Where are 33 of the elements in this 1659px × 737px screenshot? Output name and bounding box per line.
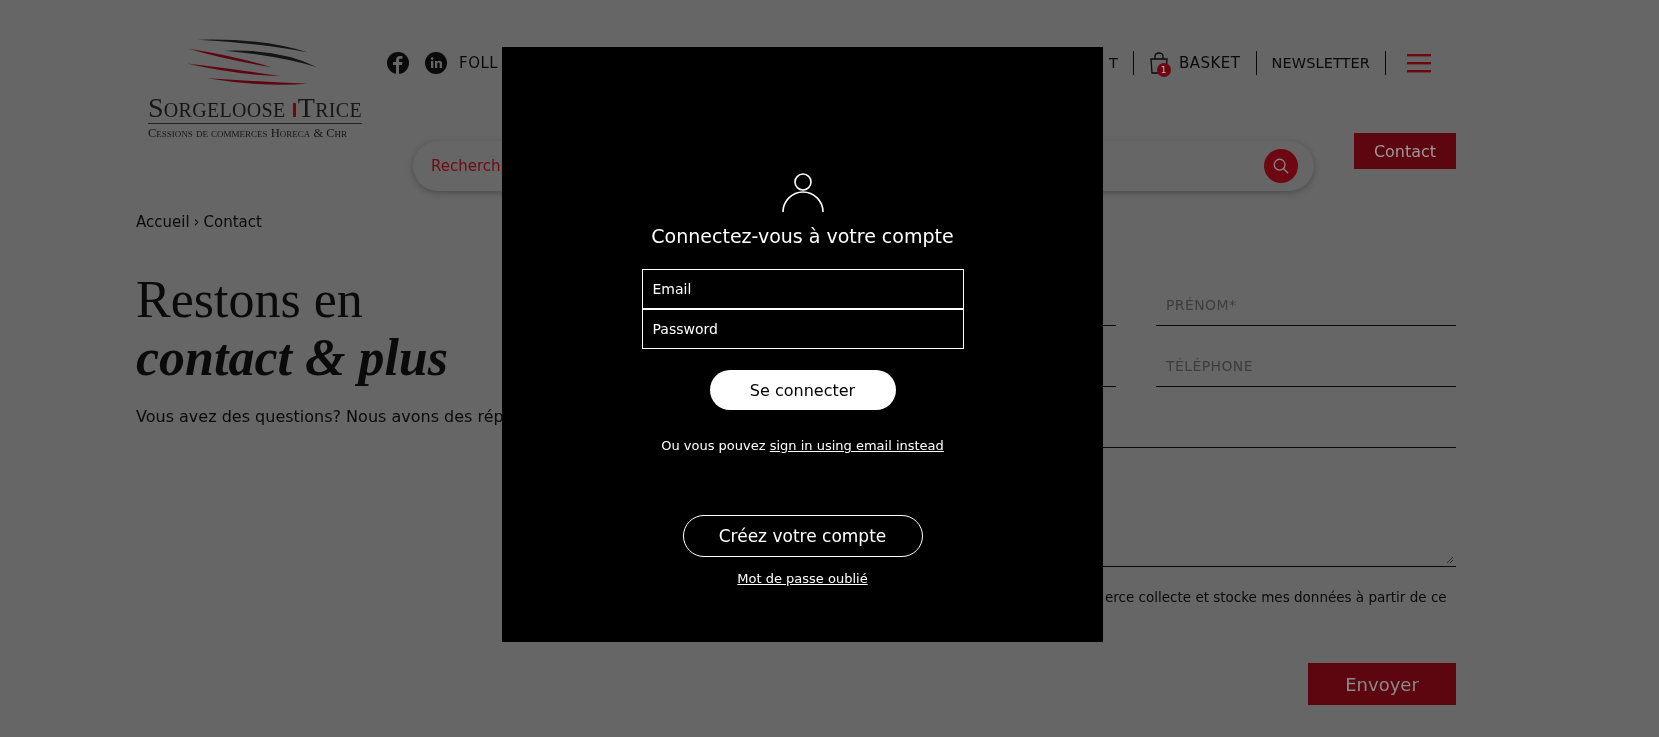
create-account-button[interactable]: Créez votre compte — [682, 515, 923, 557]
facebook-icon[interactable] — [387, 52, 409, 74]
breadcrumb-link[interactable]: Accueil — [136, 213, 190, 231]
logo-name: Sorgeloose Trice — [148, 94, 362, 124]
basket-count-badge: 1 — [1156, 63, 1171, 77]
user-icon — [781, 171, 824, 213]
breadcrumb-separator: › — [193, 213, 200, 231]
menu-icon[interactable] — [1407, 53, 1431, 73]
linkedin-icon[interactable] — [425, 52, 447, 74]
company-logo[interactable]: Sorgeloose Trice Cessions de commerces Horeca & Chr — [148, 0, 384, 191]
follow-link[interactable]: FOLL — [459, 54, 499, 72]
page-heading: Restons en contact & plus — [136, 271, 449, 387]
email-signin-link[interactable]: sign in using email instead — [769, 438, 944, 453]
password-field[interactable]: Password — [641, 309, 964, 349]
contact-button[interactable]: Contact — [1354, 133, 1456, 169]
basket-link[interactable]: 1 BASKET — [1148, 52, 1241, 74]
send-button[interactable]: Envoyer — [1308, 663, 1456, 705]
search-field[interactable]: Recherch — [429, 156, 1264, 176]
intro-text: Vous avez des questions? Nous avons des rép — [136, 407, 504, 426]
consent-text: erce collecte et stocke mes données à partir de ce — [1105, 589, 1447, 605]
breadcrumb-link[interactable]: Contact — [203, 213, 262, 231]
shopping-bag-icon — [1148, 52, 1169, 74]
logo-tagline: Cessions de commerces Horeca & Chr — [148, 126, 348, 141]
search-icon — [1272, 157, 1290, 175]
search-button[interactable] — [1264, 149, 1298, 183]
email-field[interactable]: Email — [641, 269, 964, 309]
resize-grip-icon — [1446, 556, 1454, 564]
nav-link[interactable]: T — [1108, 55, 1118, 71]
forgot-password-link[interactable]: Mot de passe oublié — [737, 571, 868, 586]
dialog-title: Connectez-vous à votre compte — [651, 225, 954, 247]
login-button[interactable]: Se connecter — [709, 370, 896, 410]
alternative-signin-text: Ou vous pouvez sign in using email instead — [661, 438, 944, 453]
newsletter-link[interactable]: NEWSLETTER — [1271, 55, 1370, 71]
